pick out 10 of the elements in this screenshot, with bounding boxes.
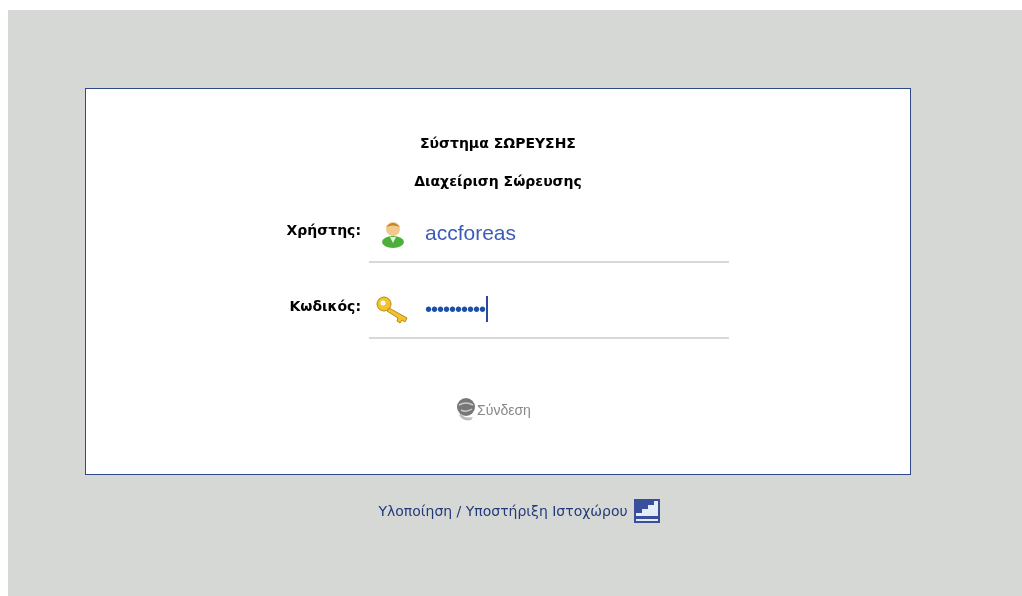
login-field[interactable]: •••••••••• bbox=[369, 281, 729, 339]
login-field[interactable]: accforeas bbox=[369, 205, 729, 263]
system-title: Σύστημα ΣΩΡΕΥΣΗΣ bbox=[420, 134, 576, 153]
globe-icon bbox=[455, 397, 478, 423]
login-button[interactable]: Σύνδεση bbox=[455, 397, 531, 423]
field-label: Χρήστης: bbox=[286, 221, 361, 240]
footer-text: Υλοποίηση / Υποστήριξη Ιστοχώρου bbox=[378, 501, 628, 521]
system-subtitle: Διαχείριση Σώρευσης bbox=[414, 172, 582, 191]
field-label: Κωδικός: bbox=[289, 297, 361, 316]
logo-icon bbox=[633, 499, 660, 523]
